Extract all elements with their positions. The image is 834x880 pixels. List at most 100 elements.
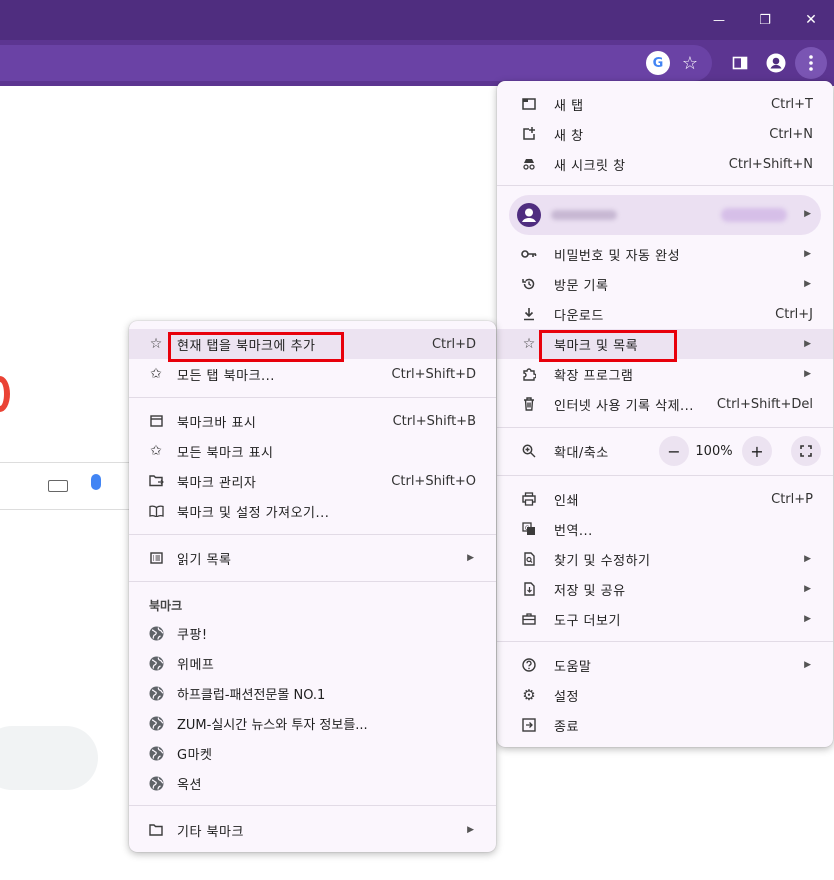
print-icon xyxy=(521,491,537,507)
zoom-in-button[interactable]: + xyxy=(742,436,772,466)
profile-email-blurred xyxy=(721,208,787,222)
bookmarks-bar-icon xyxy=(148,413,164,429)
stars-icon: ✩ xyxy=(150,443,162,459)
menu-new-incognito[interactable]: 새 시크릿 창 Ctrl+Shift+N xyxy=(497,149,833,179)
globe-icon xyxy=(148,625,164,641)
submenu-show-all-bookmarks[interactable]: ✩ 모든 북마크 표시 xyxy=(129,436,496,466)
submenu-bookmark-manager[interactable]: 북마크 관리자 Ctrl+Shift+O xyxy=(129,466,496,496)
keyboard-icon[interactable] xyxy=(48,480,68,492)
book-open-icon xyxy=(148,503,164,519)
globe-icon xyxy=(148,685,164,701)
bookmark-star-icon[interactable]: ☆ xyxy=(676,49,704,77)
chevron-right-icon: ▶ xyxy=(804,660,811,670)
minimize-icon: — xyxy=(713,13,725,27)
menu-find-edit[interactable]: 찾기 및 수정하기 ▶ xyxy=(497,544,833,574)
side-panel-button[interactable] xyxy=(726,49,754,77)
submenu-reading-list[interactable]: 읽기 목록 ▶ xyxy=(129,543,496,573)
fullscreen-button[interactable] xyxy=(791,436,821,466)
chevron-right-icon: ▶ xyxy=(804,339,811,349)
menu-save-share[interactable]: 저장 및 공유 ▶ xyxy=(497,574,833,604)
menu-downloads[interactable]: 다운로드 Ctrl+J xyxy=(497,299,833,329)
submenu-show-bookmarks-bar[interactable]: 북마크바 표시 Ctrl+Shift+B xyxy=(129,406,496,436)
gear-icon: ⚙ xyxy=(522,686,536,704)
chevron-right-icon: ▶ xyxy=(804,209,811,219)
menu-divider xyxy=(129,397,496,398)
zoom-icon xyxy=(521,443,537,459)
bookmark-item[interactable]: G마켓 xyxy=(129,738,496,768)
shortcut-tile[interactable] xyxy=(0,726,98,790)
folder-manage-icon xyxy=(148,473,164,489)
chevron-right-icon: ▶ xyxy=(804,369,811,379)
chevron-right-icon: ▶ xyxy=(804,249,811,259)
restore-button[interactable]: ❐ xyxy=(742,0,788,40)
globe-icon xyxy=(148,745,164,761)
new-window-icon xyxy=(521,126,537,142)
address-bar[interactable] xyxy=(0,45,712,81)
download-icon xyxy=(521,306,537,322)
title-bar: — ❐ ✕ xyxy=(0,0,834,40)
menu-exit[interactable]: 종료 xyxy=(497,710,833,740)
globe-icon xyxy=(148,715,164,731)
search-box[interactable] xyxy=(0,462,140,510)
menu-divider xyxy=(497,185,833,186)
google-lens-icon[interactable]: G xyxy=(646,51,670,75)
exit-icon xyxy=(521,717,537,733)
save-share-icon xyxy=(521,581,537,597)
find-icon xyxy=(521,551,537,567)
chevron-right-icon: ▶ xyxy=(804,584,811,594)
chevron-right-icon: ▶ xyxy=(467,553,474,563)
star-icon: ☆ xyxy=(522,336,536,352)
zoom-out-button[interactable]: − xyxy=(659,436,689,466)
submenu-import-bookmarks[interactable]: 북마크 및 설정 가져오기... xyxy=(129,496,496,526)
bookmark-item[interactable]: 옥션 xyxy=(129,768,496,798)
folder-icon xyxy=(148,822,164,838)
minimize-button[interactable]: — xyxy=(696,0,742,40)
bookmark-item[interactable]: 쿠팡! xyxy=(129,618,496,648)
bookmark-item[interactable]: 하프클럽-패션전문몰 NO.1 xyxy=(129,678,496,708)
chrome-main-menu: 새 탭 Ctrl+T 새 창 Ctrl+N 새 시크릿 창 Ctrl+Shift… xyxy=(497,81,833,747)
profile-button[interactable] xyxy=(762,49,790,77)
more-vert-icon xyxy=(809,55,813,71)
restore-icon: ❐ xyxy=(759,12,771,28)
menu-translate[interactable]: G 번역... xyxy=(497,514,833,544)
menu-more-tools[interactable]: 도구 더보기 ▶ xyxy=(497,604,833,634)
google-logo-fragment xyxy=(0,376,10,412)
menu-history[interactable]: 방문 기록 ▶ xyxy=(497,269,833,299)
side-panel-icon xyxy=(732,56,748,70)
menu-divider xyxy=(129,805,496,806)
menu-settings[interactable]: ⚙ 설정 xyxy=(497,680,833,710)
chevron-right-icon: ▶ xyxy=(467,825,474,835)
menu-new-tab[interactable]: 새 탭 Ctrl+T xyxy=(497,89,833,119)
reading-list-icon xyxy=(148,550,164,566)
key-icon xyxy=(521,246,537,262)
annotation-highlight-bookmarks-lists xyxy=(539,330,677,362)
menu-divider xyxy=(497,641,833,642)
puzzle-icon xyxy=(521,366,537,382)
incognito-icon xyxy=(521,156,537,172)
translate-icon: G xyxy=(521,521,537,537)
history-icon xyxy=(521,276,537,292)
chrome-menu-button[interactable] xyxy=(795,47,827,79)
globe-icon xyxy=(148,775,164,791)
bookmark-item[interactable]: ZUM-실시간 뉴스와 투자 정보를... xyxy=(129,708,496,738)
zoom-level: 100% xyxy=(695,444,733,459)
menu-new-window[interactable]: 새 창 Ctrl+N xyxy=(497,119,833,149)
profile-icon xyxy=(766,53,786,73)
menu-help[interactable]: 도움말 ▶ xyxy=(497,650,833,680)
bookmark-item[interactable]: 위메프 xyxy=(129,648,496,678)
profile-row[interactable]: ▶ xyxy=(509,195,821,235)
submenu-bookmark-all-tabs[interactable]: ✩ 모든 탭 북마크... Ctrl+Shift+D xyxy=(129,359,496,389)
menu-print[interactable]: 인쇄 Ctrl+P xyxy=(497,484,833,514)
menu-passwords-autofill[interactable]: 비밀번호 및 자동 완성 ▶ xyxy=(497,239,833,269)
chevron-right-icon: ▶ xyxy=(804,279,811,289)
menu-clear-browsing-data[interactable]: 인터넷 사용 기록 삭제... Ctrl+Shift+Del xyxy=(497,389,833,419)
menu-divider xyxy=(129,534,496,535)
submenu-other-bookmarks[interactable]: 기타 북마크 ▶ xyxy=(129,815,496,845)
close-icon: ✕ xyxy=(805,12,817,28)
microphone-icon[interactable] xyxy=(91,474,101,490)
profile-avatar-icon xyxy=(517,203,541,231)
chevron-right-icon: ▶ xyxy=(804,614,811,624)
close-button[interactable]: ✕ xyxy=(788,0,834,40)
bookmarks-submenu: ☆ 현재 탭을 북마크에 추가 Ctrl+D ✩ 모든 탭 북마크... Ctr… xyxy=(129,321,496,852)
menu-extensions[interactable]: 확장 프로그램 ▶ xyxy=(497,359,833,389)
